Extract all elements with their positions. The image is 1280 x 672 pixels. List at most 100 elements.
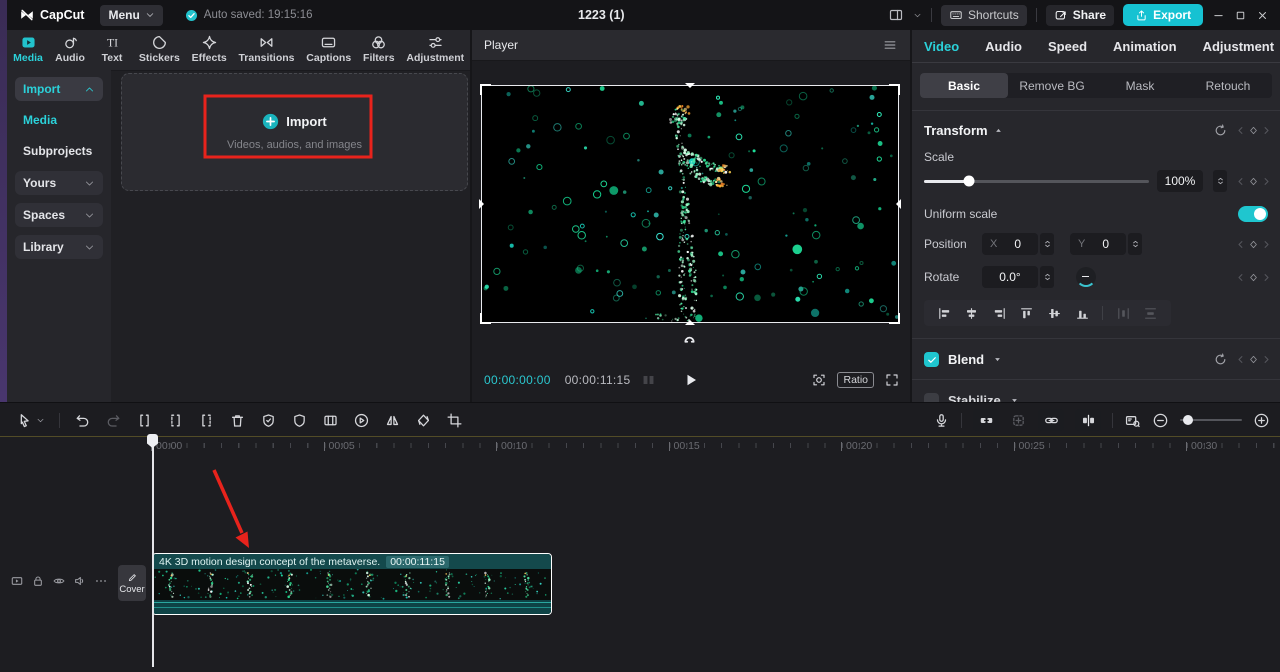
align-center-vertical-icon[interactable] [1047,306,1062,321]
zoom-out-icon[interactable] [1152,412,1169,429]
mirror-button[interactable] [384,412,401,429]
import-button[interactable]: Import [262,113,326,130]
timeline-zoom-knob[interactable] [1183,415,1193,425]
shortcuts-button[interactable]: Shortcuts [941,5,1027,26]
select-tool[interactable] [16,412,45,429]
frame-step-icon[interactable] [641,372,657,388]
maximize-button[interactable] [1234,9,1247,22]
close-button[interactable] [1256,9,1269,22]
zoom-in-icon[interactable] [1253,412,1270,429]
sidebar-item-yours[interactable]: Yours [15,171,103,195]
selection-handle-top[interactable] [685,83,695,88]
timeline-zoom-slider[interactable] [1180,419,1242,421]
sidebar-item-library[interactable]: Library [15,235,103,259]
fullscreen-icon[interactable] [884,372,900,388]
reset-icon[interactable] [1213,352,1228,367]
crop-button[interactable] [446,412,463,429]
subtab-remove-bg[interactable]: Remove BG [1008,73,1096,98]
tab-video[interactable]: Video [924,39,959,54]
sidebar-item-spaces[interactable]: Spaces [15,203,103,227]
overlay-button[interactable] [322,412,339,429]
delete-left-button[interactable] [167,412,184,429]
keyframe-icon[interactable] [1248,354,1259,365]
selection-handle-bottom[interactable] [685,320,695,325]
export-button[interactable]: Export [1123,4,1203,26]
mask-button[interactable] [291,412,308,429]
rotate-handle-icon[interactable] [682,332,697,344]
selection-handle-tl[interactable] [480,84,491,95]
tab-audio[interactable]: Audio [985,39,1022,54]
tab-adjustment[interactable]: Adjustment [400,34,470,64]
timeline-ruler[interactable] [152,443,1280,448]
keyframe-icon[interactable] [1248,125,1259,136]
transform-section-header[interactable]: Transform [912,111,1280,138]
keyframe-icon[interactable] [1248,239,1259,250]
stabilize-section-header[interactable]: Stabilize [912,380,1280,402]
subtab-retouch[interactable]: Retouch [1184,73,1272,98]
prev-keyframe-icon[interactable] [1235,176,1246,187]
sidebar-item-media[interactable]: Media [15,109,103,131]
tab-stickers[interactable]: Stickers [133,34,186,64]
reset-icon[interactable] [1213,123,1228,138]
tab-transitions[interactable]: Transitions [233,34,301,64]
delete-button[interactable] [229,412,246,429]
share-button[interactable]: Share [1046,5,1114,26]
magnetic-snap-button[interactable] [973,409,999,431]
keyframe-icon[interactable] [1248,176,1259,187]
tab-adjustment[interactable]: Adjustment [1203,39,1275,54]
tab-effects[interactable]: Effects [186,34,233,64]
sidebar-item-import[interactable]: Import [15,77,103,101]
tab-filters[interactable]: Filters [357,34,400,64]
blend-section-header[interactable]: Blend [912,339,1280,367]
next-keyframe-icon[interactable] [1261,272,1272,283]
tab-media[interactable]: Media [7,34,49,64]
prev-keyframe-icon[interactable] [1235,272,1246,283]
prev-keyframe-icon[interactable] [1235,239,1246,250]
position-y-field[interactable]: Y 0 [1070,233,1126,255]
play-button[interactable] [683,372,699,388]
next-keyframe-icon[interactable] [1261,125,1272,136]
ratio-button[interactable]: Ratio [837,372,874,388]
next-keyframe-icon[interactable] [1261,239,1272,250]
next-keyframe-icon[interactable] [1261,176,1272,187]
minimize-button[interactable] [1212,9,1225,22]
menu-button[interactable]: Menu [100,5,162,26]
selection-handle-tr[interactable] [889,84,900,95]
align-bottom-icon[interactable] [1075,306,1090,321]
split-button[interactable] [136,412,153,429]
subtab-mask[interactable]: Mask [1096,73,1184,98]
undo-button[interactable] [74,412,91,429]
align-center-horizontal-icon[interactable] [964,306,979,321]
preview-frame-icon[interactable] [1124,412,1141,429]
position-y-stepper[interactable] [1128,233,1142,255]
speed-button[interactable] [353,412,370,429]
import-dropzone[interactable]: Import Videos, audios, and images [121,73,468,191]
selection-handle-br[interactable] [889,313,900,324]
align-top-icon[interactable] [1019,306,1034,321]
blend-checkbox[interactable] [924,352,939,367]
playhead-line[interactable] [152,445,154,667]
align-right-icon[interactable] [992,306,1007,321]
selection-handle-right[interactable] [896,199,901,209]
uniform-scale-toggle[interactable] [1238,206,1268,222]
mute-track-icon[interactable] [73,574,87,588]
cover-button[interactable]: Cover [118,565,146,601]
link-clips-button[interactable] [1038,409,1064,431]
tab-captions[interactable]: Captions [300,34,357,64]
prev-keyframe-icon[interactable] [1235,354,1246,365]
delete-right-button[interactable] [198,412,215,429]
video-clip[interactable]: 4K 3D motion design concept of the metav… [152,553,552,615]
freeze-button[interactable] [260,412,277,429]
tab-speed[interactable]: Speed [1048,39,1087,54]
track-more-icon[interactable] [94,574,108,588]
layout-chevron-icon[interactable] [913,11,922,20]
player-menu-icon[interactable] [882,37,898,53]
position-x-stepper[interactable] [1040,233,1054,255]
scale-slider[interactable] [924,180,1149,183]
keyframe-icon[interactable] [1248,272,1259,283]
panel-layout-icon[interactable] [888,7,904,23]
scale-stepper[interactable] [1213,170,1227,192]
prev-keyframe-icon[interactable] [1235,125,1246,136]
split-preview-button[interactable] [1075,409,1101,431]
sidebar-item-subprojects[interactable]: Subprojects [15,140,103,162]
